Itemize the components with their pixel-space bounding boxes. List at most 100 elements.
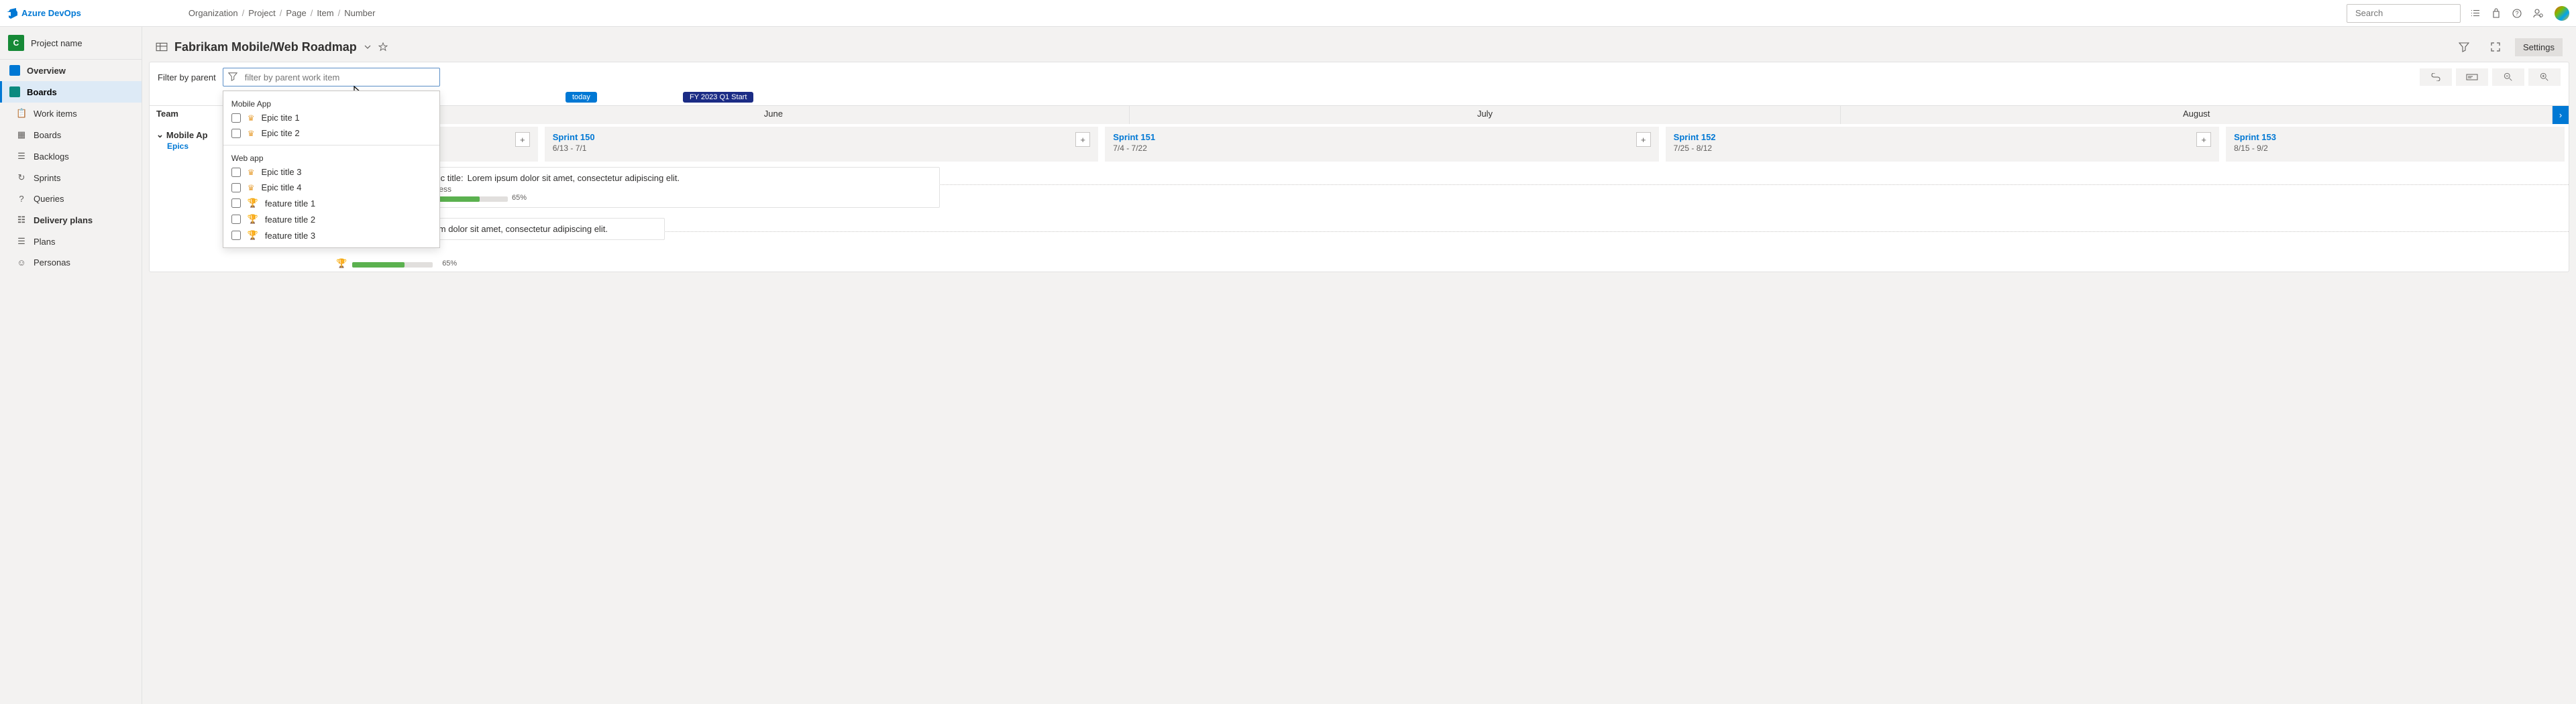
dropdown-option[interactable]: 🏆feature title 1 xyxy=(223,195,439,211)
add-to-sprint-button[interactable]: + xyxy=(1075,132,1090,147)
dropdown-option[interactable]: 🏆feature title 2 xyxy=(223,211,439,227)
favorite-star-icon[interactable] xyxy=(378,42,388,52)
dropdown-option[interactable]: ♛Epic title 3 xyxy=(223,164,439,180)
option-checkbox[interactable] xyxy=(231,215,241,224)
feature-row[interactable]: 🏆 65% xyxy=(336,258,457,269)
zoom-out-button[interactable] xyxy=(2492,68,2524,86)
breadcrumb-item[interactable]: Project xyxy=(248,8,275,18)
sprints-row: ⌄Mobile Ap Epics 49/10 + Sprint 1506/13 … xyxy=(150,124,2569,164)
sprint-name: Sprint 150 xyxy=(553,132,595,142)
sidebar-item-delivery-plans[interactable]: ☷Delivery plans xyxy=(0,209,142,231)
svg-text:?: ? xyxy=(2515,10,2518,17)
sidebar-item-backlogs[interactable]: ☰Backlogs xyxy=(0,145,142,167)
avatar[interactable] xyxy=(2555,6,2569,21)
option-checkbox[interactable] xyxy=(231,183,241,192)
team-name: Mobile Ap xyxy=(166,130,208,140)
next-month-button[interactable]: › xyxy=(2553,106,2569,124)
delivery-plan-icon xyxy=(156,41,168,53)
link-button[interactable] xyxy=(2420,68,2452,86)
zoom-in-button[interactable] xyxy=(2528,68,2561,86)
add-to-sprint-button[interactable]: + xyxy=(2196,132,2211,147)
card-view-button[interactable] xyxy=(2456,68,2488,86)
epic-card[interactable]: ♛ ic title: Lorem ipsum dolor sit amet, … xyxy=(417,167,940,208)
sprint-name: Sprint 151 xyxy=(1113,132,1155,142)
user-settings-icon[interactable] xyxy=(2533,8,2544,19)
dropdown-group-label: Mobile App xyxy=(223,95,439,110)
sprint-dates: 6/13 - 7/1 xyxy=(553,143,595,153)
sidebar-item-plans[interactable]: ☰Plans xyxy=(0,231,142,252)
add-to-sprint-button[interactable]: + xyxy=(1636,132,1651,147)
sprint-card[interactable]: Sprint 1506/13 - 7/1 + xyxy=(545,127,1098,162)
project-name: Project name xyxy=(31,38,83,48)
dropdown-option[interactable]: ♛ Epic tite 1 xyxy=(223,110,439,125)
sidebar-item-label: Boards xyxy=(34,130,61,140)
sidebar-item-queries[interactable]: ?Queries xyxy=(0,188,142,209)
add-to-sprint-button[interactable]: + xyxy=(515,132,530,147)
filter-input[interactable] xyxy=(223,68,440,86)
sidebar-item-overview[interactable]: Overview xyxy=(0,60,142,81)
sidebar-item-boards[interactable]: Boards xyxy=(0,81,142,103)
filter-funnel-icon[interactable] xyxy=(2452,38,2476,56)
breadcrumb-item[interactable]: Organization xyxy=(189,8,238,18)
option-checkbox[interactable] xyxy=(231,168,241,177)
search-field[interactable] xyxy=(2355,8,2473,18)
sidebar-item-sprints[interactable]: ↻Sprints xyxy=(0,167,142,188)
chevron-down-icon[interactable] xyxy=(364,43,372,51)
milestone-marker: FY 2023 Q1 Start xyxy=(683,92,753,103)
card-lane: ♛ ic title: Lorem ipsum dolor sit amet, … xyxy=(249,164,2569,272)
sidebar-item-personas[interactable]: ☺Personas xyxy=(0,252,142,273)
overview-icon xyxy=(9,65,20,76)
sprint-dates: 8/15 - 9/2 xyxy=(2234,143,2276,153)
option-label: Epic tite 2 xyxy=(261,128,299,138)
plans-icon: ☷ xyxy=(16,215,27,225)
progress-bar xyxy=(352,262,433,268)
epic-icon: ♛ xyxy=(248,183,255,192)
shopping-bag-icon[interactable] xyxy=(2491,8,2501,19)
project-tile: C xyxy=(8,35,24,51)
option-label: Epic title 4 xyxy=(261,182,301,192)
kanban-icon: ▦ xyxy=(16,129,27,140)
option-label: Epic tite 1 xyxy=(261,113,299,123)
timeline-header: Team June July August › xyxy=(150,105,2569,124)
breadcrumb-item[interactable]: Item xyxy=(317,8,333,18)
filter-input-wrap: Mobile App ♛Epic tite 1 ♛Epic tite 2 Web… xyxy=(223,68,440,86)
sprint-card[interactable]: Sprint 1527/25 - 8/12 + xyxy=(1666,127,2219,162)
option-label: feature title 3 xyxy=(265,231,315,241)
page-title-text: Fabrikam Mobile/Web Roadmap xyxy=(174,40,357,54)
fullscreen-icon[interactable] xyxy=(2484,38,2507,56)
sidebar-item-label: Plans xyxy=(34,237,56,247)
option-label: feature title 1 xyxy=(265,198,315,209)
sprint-icon: ↻ xyxy=(16,172,27,183)
dropdown-option[interactable]: 🏆feature title 3 xyxy=(223,227,439,243)
dropdown-option[interactable]: ♛Epic tite 2 xyxy=(223,125,439,141)
help-icon[interactable]: ? xyxy=(2512,8,2522,19)
breadcrumb-item[interactable]: Page xyxy=(286,8,306,18)
epic-icon: ♛ xyxy=(248,113,255,123)
month-header: July xyxy=(1130,106,1841,124)
sidebar-item-label: Backlogs xyxy=(34,152,69,162)
breadcrumb-item[interactable]: Number xyxy=(344,8,375,18)
list-icon[interactable] xyxy=(2470,8,2481,19)
option-checkbox[interactable] xyxy=(231,113,241,123)
search-input[interactable] xyxy=(2347,4,2461,23)
sprint-card[interactable]: Sprint 1517/4 - 7/22 + xyxy=(1105,127,1658,162)
sprint-name: Sprint 153 xyxy=(2234,132,2276,142)
sidebar-item-boards-sub[interactable]: ▦ Boards xyxy=(0,124,142,145)
page-title: Fabrikam Mobile/Web Roadmap xyxy=(156,40,388,54)
option-checkbox[interactable] xyxy=(231,198,241,208)
option-checkbox[interactable] xyxy=(231,129,241,138)
brand-name: Azure DevOps xyxy=(21,8,81,18)
feature-icon: 🏆 xyxy=(336,258,347,269)
sprint-card[interactable]: Sprint 1538/15 - 9/2 xyxy=(2226,127,2565,162)
settings-button[interactable]: Settings xyxy=(2515,38,2563,56)
feature-icon: 🏆 xyxy=(248,214,258,225)
dropdown-option[interactable]: ♛ Epic title 4 xyxy=(223,180,439,195)
chevron-down-icon: ⌄ xyxy=(156,129,164,140)
project-selector[interactable]: C Project name xyxy=(0,27,142,60)
option-checkbox[interactable] xyxy=(231,231,241,240)
epic-card[interactable]: ♛ m dolor sit amet, consectetur adipisci… xyxy=(417,218,665,240)
sidebar-item-work-items[interactable]: 📋Work items xyxy=(0,103,142,124)
brand[interactable]: Azure DevOps xyxy=(7,8,81,19)
query-icon: ? xyxy=(16,194,27,204)
sidebar-item-label: Personas xyxy=(34,257,70,268)
